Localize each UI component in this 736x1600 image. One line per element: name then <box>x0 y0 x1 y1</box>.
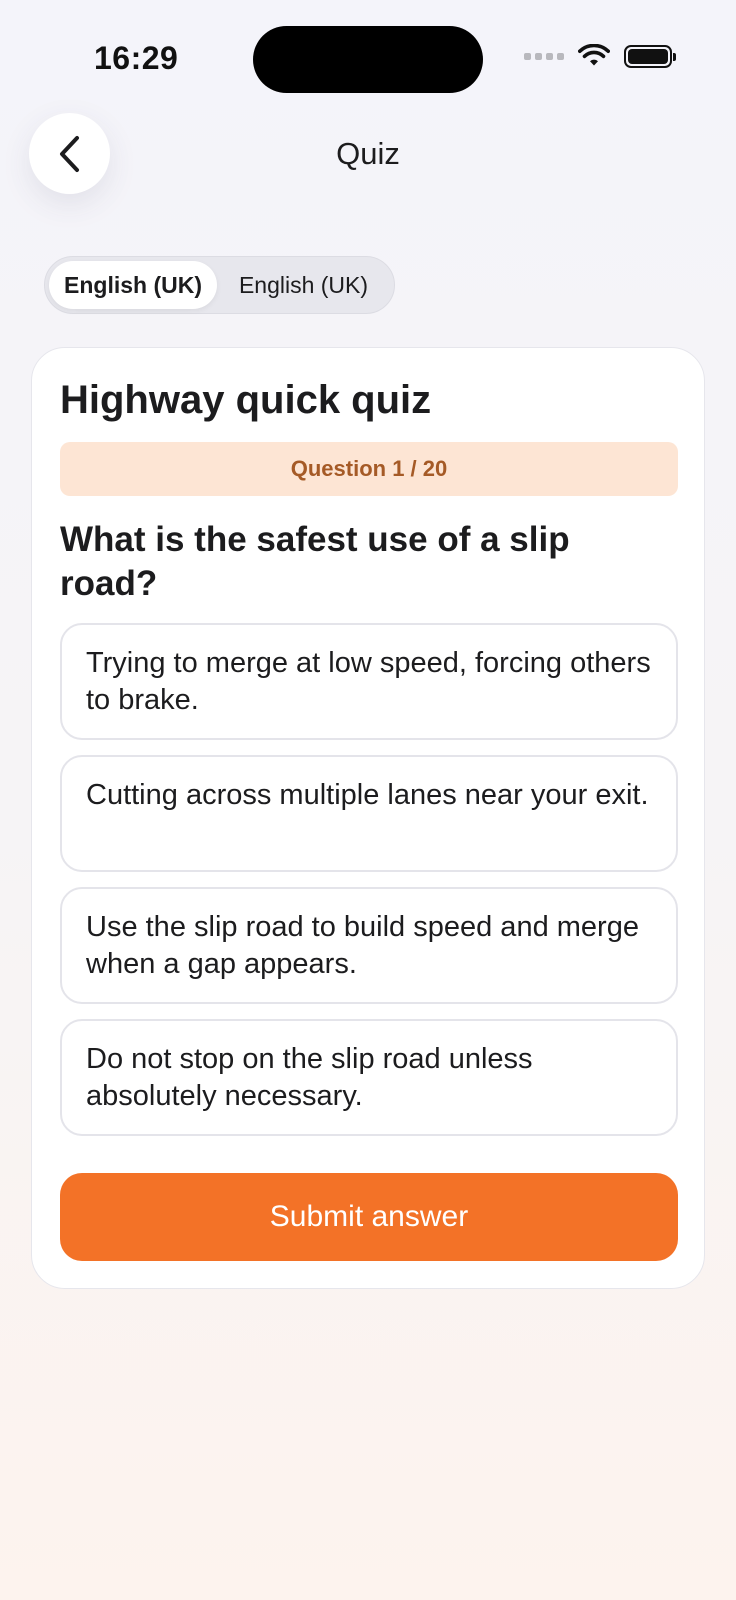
answer-option-2[interactable]: Cutting across multiple lanes near your … <box>60 755 678 872</box>
status-time: 16:29 <box>94 40 179 76</box>
question-text: What is the safest use of a slip road? <box>60 520 570 603</box>
status-indicators <box>524 44 676 68</box>
wifi-icon <box>578 44 610 66</box>
quiz-title: Highway quick quiz <box>60 378 432 422</box>
question-progress-badge: Question 1 / 20 <box>60 442 678 496</box>
language-toggle[interactable]: English (UK) English (UK) <box>44 256 395 314</box>
answer-options: Trying to merge at low speed, forcing ot… <box>60 623 678 1151</box>
page-title: Quiz <box>336 136 400 171</box>
quiz-card: Highway quick quiz Question 1 / 20 What … <box>31 347 705 1289</box>
language-option-selected[interactable]: English (UK) <box>49 261 217 309</box>
answer-option-1[interactable]: Trying to merge at low speed, forcing ot… <box>60 623 678 740</box>
answer-option-3[interactable]: Use the slip road to build speed and mer… <box>60 887 678 1004</box>
dynamic-island <box>253 26 483 93</box>
submit-answer-button[interactable]: Submit answer <box>60 1173 678 1261</box>
language-option[interactable]: English (UK) <box>217 261 390 309</box>
cellular-signal-icon <box>524 52 564 60</box>
battery-icon <box>624 44 676 68</box>
answer-option-4[interactable]: Do not stop on the slip road unless abso… <box>60 1019 678 1136</box>
status-bar: 16:29 <box>0 0 736 110</box>
